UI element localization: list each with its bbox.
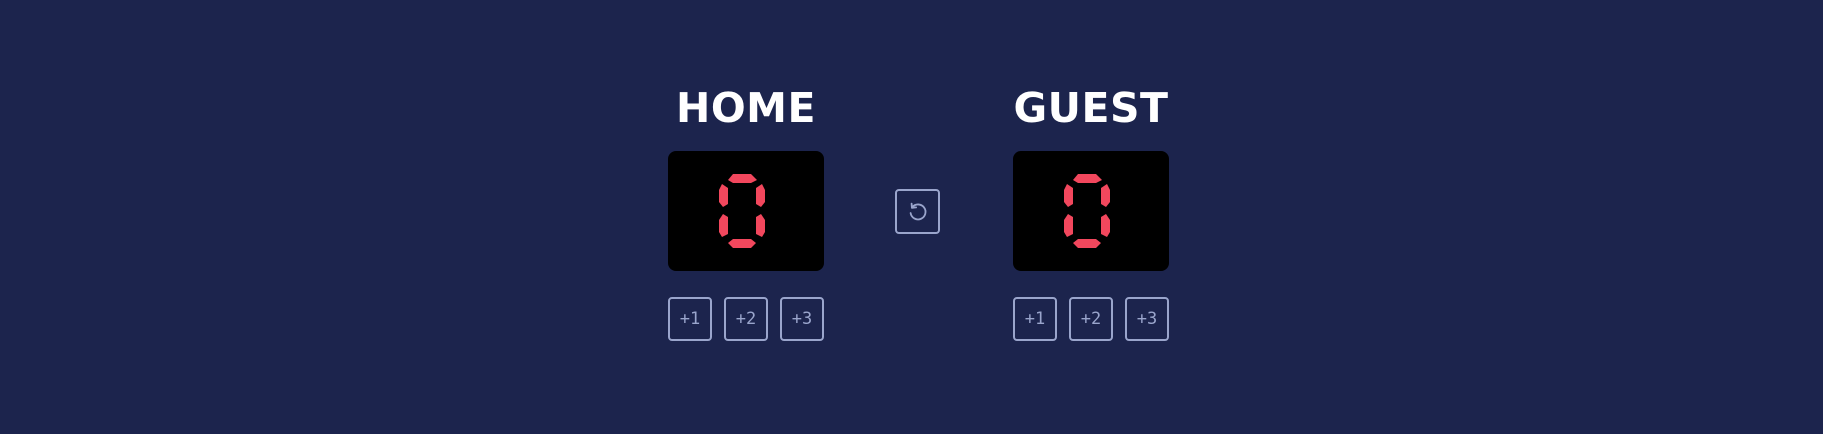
guest-title: GUEST (1013, 84, 1169, 132)
home-score-display: 0 (668, 151, 824, 271)
guest-add-2-button[interactable]: +2 (1069, 297, 1113, 341)
home-add-1-button[interactable]: +1 (668, 297, 712, 341)
reset-icon (909, 202, 926, 220)
guest-panel: GUEST 0 +1 +2 +3 (1013, 84, 1169, 341)
home-score-digit (719, 174, 765, 248)
home-panel: HOME 0 +1 +2 +3 (668, 84, 824, 341)
guest-add-1-button[interactable]: +1 (1013, 297, 1057, 341)
home-title: HOME (676, 84, 816, 132)
home-button-row: +1 +2 +3 (668, 297, 824, 341)
reset-button[interactable] (895, 189, 940, 234)
guest-score-display: 0 (1013, 151, 1169, 271)
home-score: 0 (668, 151, 669, 152)
home-add-2-button[interactable]: +2 (724, 297, 768, 341)
guest-score-digit (1064, 174, 1110, 248)
guest-button-row: +1 +2 +3 (1013, 297, 1169, 341)
home-add-3-button[interactable]: +3 (780, 297, 824, 341)
scoreboard: HOME 0 +1 +2 +3 (0, 0, 1823, 434)
guest-add-3-button[interactable]: +3 (1125, 297, 1169, 341)
guest-score: 0 (1013, 151, 1014, 152)
